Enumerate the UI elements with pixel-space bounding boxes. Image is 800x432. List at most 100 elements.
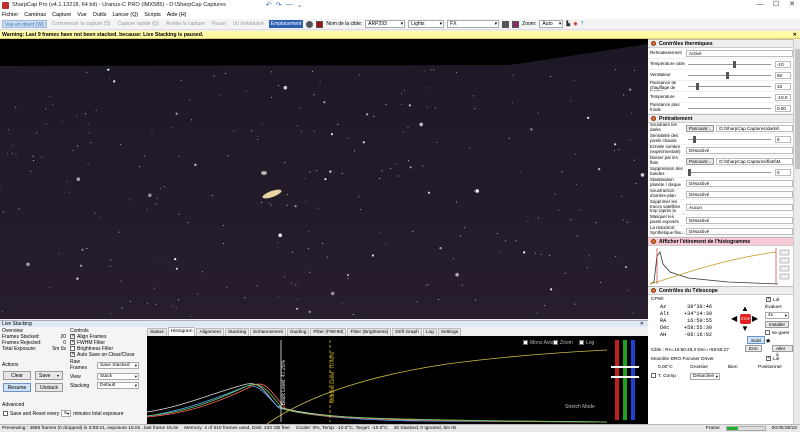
placement-button[interactable]: Emplacement <box>268 20 304 28</box>
tab-drift-graph[interactable]: Drift Graph <box>392 328 422 336</box>
tab-status[interactable]: Status <box>147 328 167 336</box>
save-button[interactable]: Save ▾ <box>35 371 63 380</box>
arrow-down-icon[interactable]: ▼ <box>741 324 749 333</box>
fx-select[interactable]: FX <box>447 20 500 28</box>
star-icon[interactable]: ★ <box>765 337 771 345</box>
display-histogram[interactable] <box>648 246 793 286</box>
goto-button[interactable]: Aller à <box>772 345 793 357</box>
telescope-section-header[interactable]: Contrôles du Télescope <box>648 286 793 295</box>
satellite-select[interactable]: Aucun <box>686 203 793 211</box>
tracking-button[interactable]: Suivi <box>747 336 765 344</box>
stop-capture-button[interactable]: Arrêter la capture <box>164 20 207 28</box>
raw-frames-select[interactable]: Save Stacked <box>97 361 139 369</box>
fan-slider[interactable] <box>686 71 773 79</box>
target-name-select[interactable]: ARP293 <box>365 20 406 28</box>
heater-input[interactable]: 10 <box>775 82 791 90</box>
chevron-down-icon[interactable]: ⌄ <box>297 1 303 9</box>
target-icon[interactable]: ◉ <box>573 21 577 27</box>
temp-comp-checkbox[interactable] <box>651 373 656 378</box>
arrow-right-icon[interactable]: ▶ <box>752 314 758 323</box>
color-swatch-icon[interactable] <box>316 20 324 28</box>
minimize-button[interactable]: — <box>752 0 768 10</box>
view-select[interactable]: Stack <box>97 373 139 380</box>
fan-input[interactable]: 50 <box>775 71 791 79</box>
darks-path[interactable]: D:\SharpCap Captures\darks\ <box>716 124 793 132</box>
redo-icon[interactable]: ↷ <box>276 1 282 9</box>
stacking-select[interactable]: Default <box>97 382 139 389</box>
stack-histogram-plot[interactable]: Black Level: 47.25% Midtone Level: 70.40… <box>147 336 648 424</box>
tab-enhancement[interactable]: Enhancement <box>250 328 286 336</box>
zoom-checkbox[interactable] <box>553 339 558 346</box>
focuser-linked-checkbox[interactable] <box>766 355 771 361</box>
color-picker-icon[interactable] <box>512 20 520 28</box>
noise-reduction-select[interactable]: Désactivé <box>686 227 793 235</box>
menu-help[interactable]: Aide (H) <box>167 12 187 18</box>
save-reset-checkbox[interactable] <box>3 411 8 416</box>
menu-cameras[interactable]: Caméras <box>24 12 46 18</box>
auto-save-checkbox[interactable] <box>70 351 75 358</box>
close-button[interactable]: ✕ <box>784 0 800 10</box>
menu-launch[interactable]: Lancer (Q) <box>112 12 138 18</box>
mono-axis-checkbox[interactable] <box>523 340 528 346</box>
tab-guiding[interactable]: Guiding <box>286 328 310 336</box>
focuser-mode-select[interactable]: Désactivé <box>690 373 720 380</box>
dark-scale-select[interactable]: Désactivé <box>686 146 793 154</box>
stop-button[interactable]: STOP <box>740 314 751 324</box>
start-capture-button[interactable]: Commencer la capture (S) <box>50 20 113 28</box>
menu-tools[interactable]: Outils <box>93 12 107 18</box>
heater-slider[interactable] <box>686 82 773 90</box>
live-view-button[interactable]: Vue en direct (W) <box>2 20 47 28</box>
browse-darks-button[interactable]: Parcourir... <box>686 124 715 132</box>
undo-icon[interactable]: ↶ <box>266 1 272 9</box>
install-button[interactable]: Installer <box>765 321 790 328</box>
tab-log[interactable]: Log <box>422 328 437 336</box>
fwhm-filter-checkbox[interactable] <box>70 339 75 346</box>
histogram-section-header[interactable]: Afficher l'étirement de l'histogramme <box>648 237 793 246</box>
clear-button[interactable]: Clear <box>3 371 31 380</box>
target-temp-slider[interactable] <box>686 60 773 68</box>
log-checkbox[interactable] <box>579 339 584 346</box>
minus-icon[interactable]: — <box>286 1 293 9</box>
browse-flats-button[interactable]: Parcourir... <box>686 157 715 165</box>
slew-button[interactable]: Erre <box>745 345 762 352</box>
menu-capture[interactable]: Capture <box>52 12 71 18</box>
tab-stacking[interactable]: Stacking <box>224 328 250 336</box>
banding-slider[interactable] <box>686 168 773 176</box>
help-icon[interactable]: ? <box>581 21 584 27</box>
snapshot-button[interactable]: Vû Instantané <box>231 20 266 28</box>
hot-pixel-slider[interactable] <box>686 135 773 143</box>
linked-checkbox[interactable] <box>766 296 771 302</box>
record-icon[interactable] <box>306 20 314 28</box>
resume-button[interactable]: Resume <box>3 383 31 392</box>
tab-filter-brightness[interactable]: Filter (Brightness) <box>347 328 392 336</box>
stabilization-select[interactable]: Désactivé <box>686 179 793 187</box>
sidebar-scrollbar[interactable] <box>793 39 800 424</box>
close-icon[interactable]: ✕ <box>793 31 797 39</box>
tab-histogram[interactable]: Histogram <box>167 327 196 336</box>
arrow-left-icon[interactable]: ◀ <box>731 314 737 323</box>
display-icon[interactable] <box>502 20 510 28</box>
quick-capture-button[interactable]: Capture rapide (Q) <box>115 20 161 28</box>
thermal-section-header[interactable]: Contrôles thermiques <box>648 39 793 48</box>
park-checkbox[interactable] <box>765 330 770 335</box>
menu-view[interactable]: Vue <box>77 12 86 18</box>
maximize-button[interactable]: ☐ <box>768 0 784 10</box>
target-temp-input[interactable]: -10 <box>775 60 791 68</box>
banding-input[interactable]: 0 <box>775 168 791 176</box>
tab-alignment[interactable]: Alignment <box>196 328 224 336</box>
tab-filter-fwhm[interactable]: Filter (FWHM) <box>310 328 347 336</box>
pause-button[interactable]: Pause <box>210 20 228 28</box>
flats-path[interactable]: D:\SharpCap Captures\flats\M <box>716 157 793 165</box>
arrow-up-icon[interactable]: ▲ <box>741 304 749 313</box>
histogram-icon[interactable]: ▙ <box>566 21 570 27</box>
mask-select[interactable]: Désactivé <box>686 216 793 224</box>
cooling-select[interactable]: Activé <box>686 49 793 57</box>
save-reset-minutes-input[interactable]: 5 <box>61 410 72 417</box>
background-select[interactable]: Désactivé <box>686 190 793 198</box>
hot-pixel-input[interactable]: 5 <box>775 135 791 143</box>
unstack-button[interactable]: Unstack <box>35 383 63 392</box>
frame-type-select[interactable]: Lights <box>408 20 445 28</box>
tab-settings[interactable]: Settings <box>437 328 462 336</box>
zoom-select[interactable]: Auto <box>539 20 564 28</box>
rate-select[interactable]: 4x <box>765 312 789 319</box>
